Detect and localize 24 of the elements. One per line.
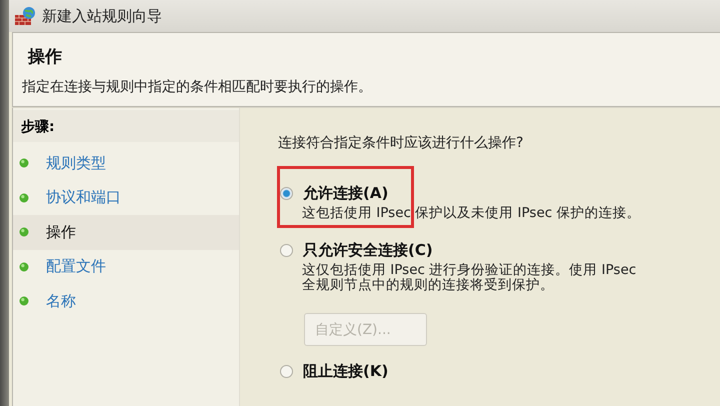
bullet-icon <box>19 192 29 203</box>
firewall-globe-icon <box>14 6 36 26</box>
bullet-icon <box>19 227 29 238</box>
bullet-icon <box>19 296 29 306</box>
radio-button[interactable] <box>280 187 293 200</box>
bullet-icon <box>19 262 29 272</box>
option-label[interactable]: 允许连接(A) <box>303 184 388 203</box>
option-label[interactable]: 阻止连接(K) <box>303 362 388 381</box>
question-text: 连接符合指定条件时应该进行什么操作? <box>278 134 524 152</box>
window-title: 新建入站规则向导 <box>42 6 162 26</box>
radio-button[interactable] <box>280 244 293 257</box>
step-item[interactable]: 操作 <box>13 215 239 250</box>
option-description: 这包括使用 IPsec 保护以及未使用 IPsec 保护的连接。 <box>302 206 642 221</box>
radio-button[interactable] <box>280 365 293 378</box>
step-item[interactable]: 规则类型 <box>13 146 239 180</box>
step-item[interactable]: 协议和端口 <box>13 180 239 215</box>
step-item[interactable]: 名称 <box>13 284 239 318</box>
page-description: 指定在连接与规则中指定的条件相匹配时要执行的操作。 <box>22 78 373 96</box>
option-label[interactable]: 只允许安全连接(C) <box>303 241 433 260</box>
option-description: 这仅包括使用 IPsec 进行身份验证的连接。使用 IPsec 全规则节点中的规则的连接将受到保护。 <box>302 263 638 293</box>
bullet-icon <box>19 158 29 168</box>
page-heading: 操作 <box>28 46 63 68</box>
step-item[interactable]: 配置文件 <box>13 250 239 284</box>
steps-heading: 步骤: <box>13 110 239 142</box>
